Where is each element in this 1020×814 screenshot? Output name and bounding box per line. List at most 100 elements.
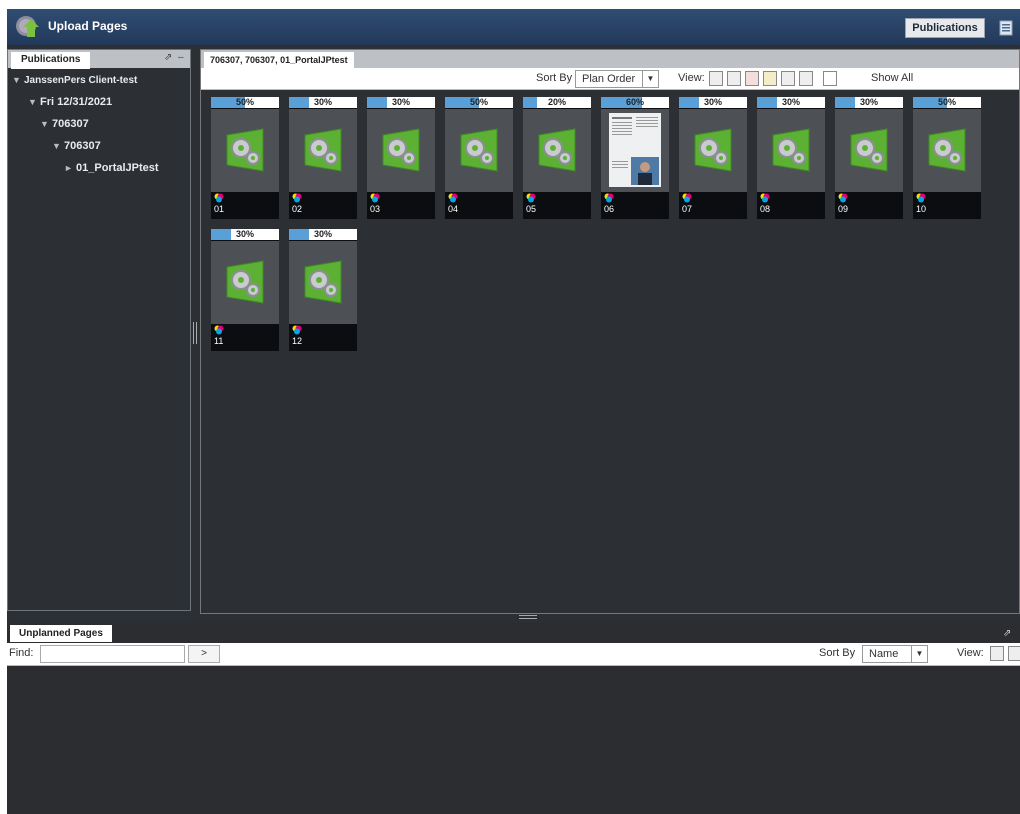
progress-bar: 30%	[757, 97, 825, 108]
page-thumbnail[interactable]: 50% 10	[913, 97, 981, 219]
page-number: 12	[292, 336, 303, 346]
view-single-icon[interactable]	[1008, 646, 1020, 661]
page-thumbnail[interactable]: 30% 07	[679, 97, 747, 219]
tab-publications[interactable]: Publications	[11, 52, 91, 69]
expand-icon[interactable]: ▼	[52, 136, 64, 156]
find-go-button[interactable]: >	[188, 645, 220, 663]
page-number: 10	[916, 204, 927, 214]
tree-node[interactable]: ▼ Fri 12/31/2021	[8, 92, 190, 114]
page-number: 03	[370, 204, 381, 214]
publications-button[interactable]: Publications	[905, 18, 985, 38]
chevron-down-icon: ▼	[911, 646, 927, 662]
progress-bar: 30%	[289, 229, 357, 240]
progress-label: 30%	[313, 97, 332, 107]
plan-toolbar: Sort By Plan Order ▼ View: Show All	[201, 68, 1019, 90]
page-number: 09	[838, 204, 849, 214]
tree-node-label: Fri 12/31/2021	[40, 96, 113, 108]
progress-bar: 20%	[523, 97, 591, 108]
page-thumbnail[interactable]: 50% 04	[445, 97, 513, 219]
page-placeholder-icon	[304, 260, 342, 304]
view-preview-icon[interactable]	[763, 71, 777, 86]
progress-label: 30%	[859, 97, 878, 107]
page-preview	[211, 109, 279, 192]
expand-icon[interactable]: ▼	[28, 92, 40, 112]
progress-label: 30%	[313, 229, 332, 239]
progress-label: 50%	[235, 97, 254, 107]
view-details-icon[interactable]	[799, 71, 813, 86]
menu-icon[interactable]	[999, 20, 1013, 36]
view-status-icon[interactable]	[745, 71, 759, 86]
page-placeholder-icon	[928, 128, 966, 172]
page-thumbnail[interactable]: 60% 06	[601, 97, 669, 219]
page-thumbnail[interactable]: 20% 05	[523, 97, 591, 219]
page-thumbnail[interactable]: 30% 11	[211, 229, 279, 351]
page-placeholder-icon	[538, 128, 576, 172]
collapse-icon[interactable]: ►	[64, 158, 76, 178]
page-thumbnail[interactable]: 30% 03	[367, 97, 435, 219]
show-all-link[interactable]: Show All	[871, 72, 913, 84]
horizontal-splitter[interactable]	[519, 615, 537, 619]
progress-bar: 60%	[601, 97, 669, 108]
cmyk-icon	[604, 193, 614, 203]
tree-node[interactable]: ▼ 706307	[8, 114, 190, 136]
progress-bar: 50%	[913, 97, 981, 108]
view-thumbnails-icon[interactable]	[990, 646, 1004, 661]
expand-icon[interactable]: ▼	[40, 114, 52, 134]
progress-label: 30%	[703, 97, 722, 107]
cmyk-icon	[682, 193, 692, 203]
view-label: View:	[678, 72, 705, 84]
pin-icon[interactable]: ⇗	[1003, 628, 1011, 639]
page-preview	[835, 109, 903, 192]
cmyk-icon	[838, 193, 848, 203]
tab-unplanned-pages[interactable]: Unplanned Pages	[10, 625, 112, 642]
cmyk-icon	[214, 325, 224, 335]
tree-node[interactable]: ▼ JanssenPers Client-test	[8, 70, 190, 92]
page-placeholder-icon	[226, 128, 264, 172]
pin-icon[interactable]: ⇗	[164, 52, 172, 63]
page-preview	[913, 109, 981, 192]
page-preview	[367, 109, 435, 192]
view-single-icon[interactable]	[727, 71, 741, 86]
unplanned-pages-panel: Unplanned Pages ⇗ Find: > Sort By Name ▼…	[7, 623, 1020, 814]
tree-node-label: 706307	[64, 140, 101, 152]
info-icon[interactable]	[823, 71, 837, 86]
sort-select[interactable]: Name ▼	[862, 645, 928, 663]
publications-tab-bar: Publications ⇗ –	[8, 50, 190, 69]
page-thumbnail[interactable]: 30% 08	[757, 97, 825, 219]
tab-plan[interactable]: 706307, 706307, 01_PortalJPtest	[204, 52, 354, 68]
tree-node[interactable]: ► 01_PortalJPtest	[8, 158, 190, 180]
page-preview	[445, 109, 513, 192]
progress-bar: 30%	[679, 97, 747, 108]
cmyk-icon	[760, 193, 770, 203]
sort-select-value: Plan Order	[582, 73, 636, 85]
page-thumbnail[interactable]: 30% 12	[289, 229, 357, 351]
sort-by-label: Sort By	[536, 72, 573, 84]
app-window: Upload Pages Publications Publications ⇗…	[7, 9, 1020, 814]
page-thumbnail[interactable]: 30% 02	[289, 97, 357, 219]
progress-label: 20%	[547, 97, 566, 107]
cmyk-icon	[916, 193, 926, 203]
progress-label: 50%	[469, 97, 488, 107]
tree-node[interactable]: ▼ 706307	[8, 136, 190, 158]
page-preview	[523, 109, 591, 192]
vertical-splitter[interactable]	[193, 322, 197, 344]
page-number: 04	[448, 204, 459, 214]
top-bar: Upload Pages Publications	[7, 9, 1020, 45]
expand-icon[interactable]: ▼	[12, 70, 24, 90]
page-preview-image	[609, 113, 661, 187]
page-placeholder-icon	[382, 128, 420, 172]
progress-bar: 50%	[211, 97, 279, 108]
view-list-icon[interactable]	[781, 71, 795, 86]
view-thumbnails-icon[interactable]	[709, 71, 723, 86]
page-thumbnail[interactable]: 50% 01	[211, 97, 279, 219]
page-thumbnail[interactable]: 30% 09	[835, 97, 903, 219]
tree-node-label: 706307	[52, 118, 89, 130]
page-plan-panel: 706307, 706307, 01_PortalJPtest Sort By …	[200, 49, 1020, 614]
app-title: Upload Pages	[48, 19, 128, 33]
find-input[interactable]	[40, 645, 185, 663]
minimize-icon[interactable]: –	[178, 52, 184, 63]
page-number: 01	[214, 204, 225, 214]
sort-select[interactable]: Plan Order ▼	[575, 70, 659, 88]
plan-tab-bar: 706307, 706307, 01_PortalJPtest	[201, 50, 1019, 68]
page-placeholder-icon	[304, 128, 342, 172]
